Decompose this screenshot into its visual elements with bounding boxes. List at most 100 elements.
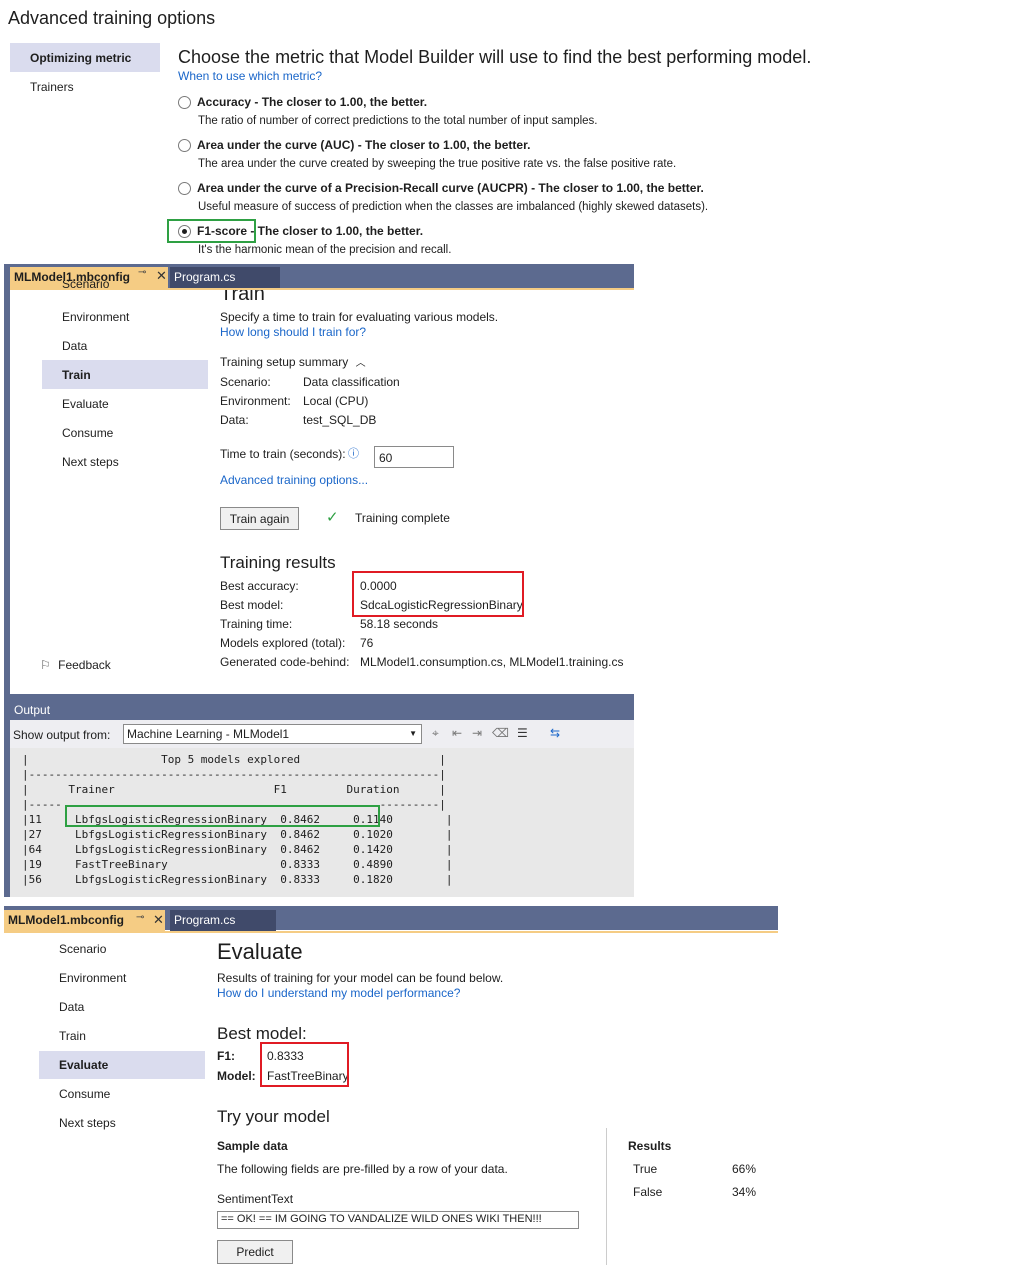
info-icon[interactable]: ⓘ: [348, 445, 359, 461]
summary-key: Data:: [220, 413, 249, 427]
feedback-label: Feedback: [58, 658, 111, 672]
result-key: Generated code-behind:: [220, 655, 350, 669]
summary-key: Environment:: [220, 394, 291, 408]
model-performance-help-link[interactable]: How do I understand my model performance…: [217, 986, 460, 1000]
word-wrap-icon[interactable]: ☰: [517, 726, 528, 740]
training-status: Training complete: [355, 511, 450, 525]
predict-button[interactable]: Predict: [217, 1240, 293, 1264]
sidebar-item-environment[interactable]: Environment: [59, 971, 126, 985]
output-title: Output: [10, 694, 634, 720]
f1-label: F1:: [217, 1049, 235, 1063]
option-description: Useful measure of success of prediction …: [198, 201, 709, 213]
output-source-value: Machine Learning - MLModel1: [127, 727, 290, 741]
output-line: |---------------------------------------…: [22, 768, 446, 781]
output-line: |19 FastTreeBinary 0.8333 0.4890 |: [22, 858, 453, 871]
output-text-area[interactable]: | Top 5 models explored | |-------------…: [10, 748, 634, 897]
option-description: The ratio of number of correct predictio…: [198, 115, 598, 127]
close-icon[interactable]: ✕: [156, 268, 167, 284]
option-description: It's the harmonic mean of the precision …: [198, 244, 452, 256]
sidebar-item-environment[interactable]: Environment: [62, 310, 129, 324]
result-value: 34%: [732, 1185, 757, 1199]
summary-toggle[interactable]: Training setup summary ︿: [220, 354, 366, 369]
sidebar-item-consume[interactable]: Consume: [59, 1087, 110, 1101]
tab-label: Program.cs: [174, 270, 236, 284]
pin-icon[interactable]: ⊸: [136, 912, 144, 923]
output-line: |56 LbfgsLogisticRegressionBinary 0.8333…: [22, 873, 453, 886]
option-label: Area under the curve of a Precision-Reca…: [197, 181, 704, 195]
sidebar-item-next-steps[interactable]: Next steps: [62, 455, 119, 469]
sidebar-item-scenario[interactable]: Scenario: [59, 942, 106, 956]
sidebar-item-train[interactable]: Train: [42, 360, 208, 389]
sidebar-item-next-steps[interactable]: Next steps: [59, 1116, 116, 1130]
sidebar-item-data[interactable]: Data: [62, 339, 87, 353]
train-window: MLModel1.mbconfig ⊸ ✕ Program.cs Scenari…: [4, 264, 634, 897]
sidebar-item-evaluate[interactable]: Evaluate: [62, 397, 109, 411]
checkmark-icon: ✓: [326, 509, 339, 526]
tab-program-cs[interactable]: Program.cs: [170, 267, 280, 288]
output-line: |64 LbfgsLogisticRegressionBinary 0.8462…: [22, 843, 453, 856]
summary-label: Training setup summary: [220, 355, 349, 369]
result-key: Training time:: [220, 617, 293, 631]
find-icon[interactable]: ⌖: [432, 726, 439, 741]
summary-value: Local (CPU): [303, 394, 369, 408]
field-label: SentimentText: [217, 1192, 294, 1206]
model-label: Model:: [217, 1069, 256, 1083]
tab-label: MLModel1.mbconfig: [8, 913, 124, 927]
summary-value: Data classification: [303, 375, 400, 389]
option-description: The area under the curve created by swee…: [198, 158, 677, 170]
toggle-wrap-icon[interactable]: ⇆: [550, 726, 560, 740]
result-key: Best model:: [220, 598, 284, 612]
show-output-label: Show output from:: [13, 728, 111, 742]
output-toolbar: Show output from: Machine Learning - MLM…: [10, 720, 634, 748]
tab-program-cs[interactable]: Program.cs: [170, 910, 276, 931]
summary-value: test_SQL_DB: [303, 413, 377, 427]
sidebar-item-train[interactable]: Train: [59, 1029, 86, 1043]
result-value: 76: [360, 636, 374, 650]
time-to-train-input[interactable]: 60: [374, 446, 454, 468]
pin-icon[interactable]: ⊸: [138, 267, 146, 278]
radio-button[interactable]: [178, 96, 191, 109]
output-source-select[interactable]: Machine Learning - MLModel1 ▼: [123, 724, 422, 744]
train-time-help-link[interactable]: How long should I train for?: [220, 325, 366, 339]
page-title: Evaluate: [217, 939, 303, 964]
highlight-box: [260, 1042, 349, 1087]
highlight-box: [65, 805, 380, 827]
advanced-training-options-link[interactable]: Advanced training options...: [220, 473, 368, 487]
close-icon[interactable]: ✕: [153, 912, 164, 928]
page-title: Train: [220, 290, 265, 302]
section-heading: Choose the metric that Model Builder wil…: [178, 47, 812, 67]
sentiment-text-input[interactable]: == OK! == IM GOING TO VANDALIZE WILD ONE…: [217, 1211, 579, 1229]
sidebar-item-label: Train: [62, 368, 91, 382]
output-line: | Top 5 models explored |: [22, 753, 446, 766]
sample-data-title: Sample data: [217, 1139, 288, 1153]
divider: [606, 1128, 607, 1265]
sidebar-item-data[interactable]: Data: [59, 1000, 84, 1014]
radio-button[interactable]: [178, 182, 191, 195]
result-value: 58.18 seconds: [360, 617, 439, 631]
feedback-link[interactable]: ⚐ Feedback: [40, 658, 111, 672]
results-title: Results: [628, 1139, 672, 1153]
next-message-icon[interactable]: ⇥: [472, 726, 482, 740]
sample-data-description: The following fields are pre-filled by a…: [217, 1162, 508, 1176]
page-title: Advanced training options: [8, 8, 216, 28]
sidebar-item-consume[interactable]: Consume: [62, 426, 113, 440]
option-label: Area under the curve (AUC) - The closer …: [197, 138, 531, 152]
result-key: Best accuracy:: [220, 579, 299, 593]
clear-all-icon[interactable]: ⌫: [492, 726, 509, 740]
summary-key: Scenario:: [220, 375, 271, 389]
nav-item-trainers[interactable]: Trainers: [30, 80, 74, 94]
metric-help-link[interactable]: When to use which metric?: [178, 69, 322, 83]
radio-button[interactable]: [178, 139, 191, 152]
prev-message-icon[interactable]: ⇤: [452, 726, 462, 740]
page-subtitle: Specify a time to train for evaluating v…: [220, 310, 499, 324]
nav-item-optimizing-metric[interactable]: Optimizing metric: [10, 43, 160, 72]
result-value: MLModel1.consumption.cs, MLModel1.traini…: [360, 655, 624, 669]
highlight-box: [167, 219, 256, 243]
sidebar-item-scenario[interactable]: Scenario: [62, 281, 109, 290]
tab-label: Program.cs: [174, 913, 236, 927]
result-key: Models explored (total):: [220, 636, 346, 650]
try-model-title: Try your model: [217, 1107, 330, 1126]
train-again-button[interactable]: Train again: [220, 507, 299, 530]
result-value: 66%: [732, 1162, 757, 1176]
sidebar-item-evaluate[interactable]: Evaluate: [39, 1051, 205, 1079]
